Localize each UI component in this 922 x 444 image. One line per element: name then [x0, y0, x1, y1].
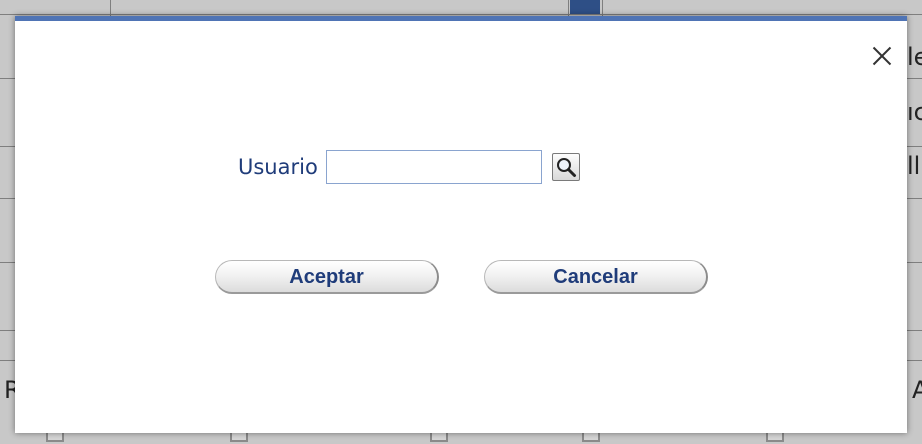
background-text-fragment: A	[912, 376, 922, 404]
magnifier-icon	[556, 158, 576, 177]
background-header-block	[570, 0, 600, 14]
background-text-fragment: le	[907, 43, 922, 71]
background-text-fragment: ıc	[907, 98, 922, 126]
user-field-row: Usuario	[238, 147, 580, 187]
user-label: Usuario	[238, 155, 318, 179]
cancel-button[interactable]: Cancelar	[484, 260, 708, 294]
user-input[interactable]	[325, 150, 542, 184]
user-search-dialog: Usuario Aceptar Cancelar	[15, 16, 907, 433]
background-column-line	[568, 0, 569, 16]
close-icon[interactable]	[871, 45, 893, 67]
background-column-line	[602, 0, 603, 16]
background-column-line	[110, 0, 111, 16]
search-button[interactable]	[551, 153, 580, 181]
accept-button[interactable]: Aceptar	[215, 260, 439, 294]
background-text-fragment: ll	[907, 152, 921, 180]
background-divider	[0, 14, 922, 15]
